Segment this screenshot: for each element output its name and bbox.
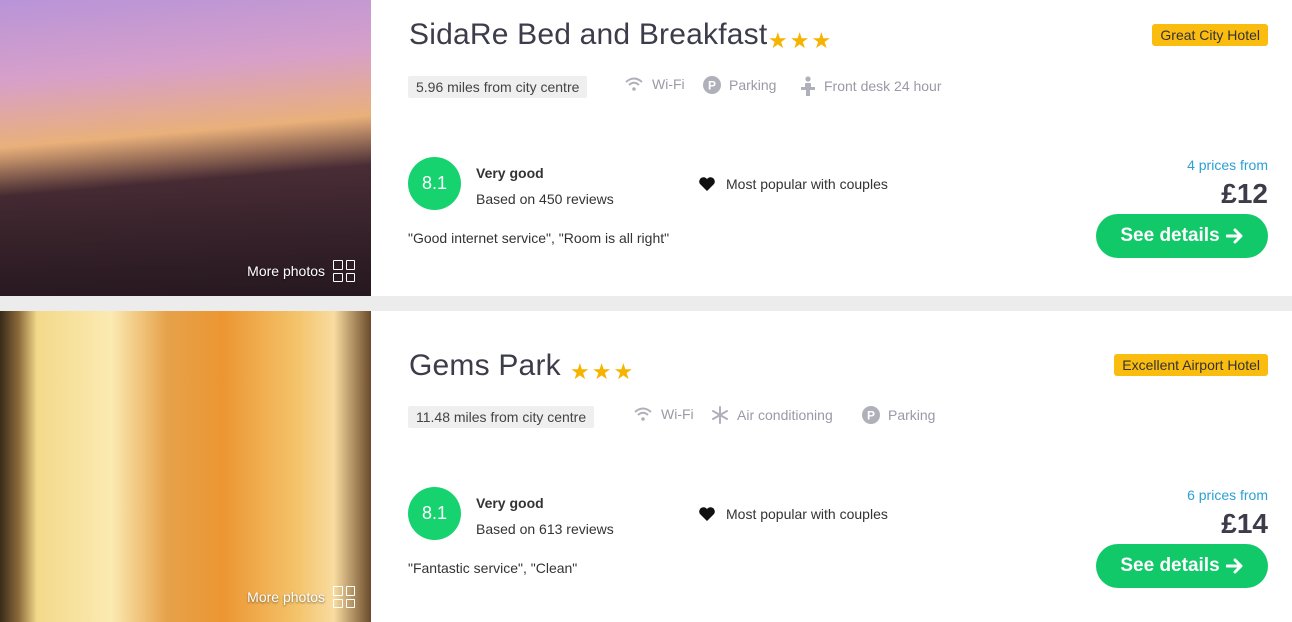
heart-icon [699,177,715,191]
see-details-button[interactable]: See details [1096,214,1268,258]
amenity-label: Wi-Fi [652,76,685,92]
hotel-name[interactable]: SidaRe Bed and Breakfast [409,18,767,52]
more-photos-link[interactable]: More photos [247,586,355,608]
hotel-badge: Excellent Airport Hotel [1114,354,1268,376]
price: £12 [1221,178,1268,209]
hotel-photo[interactable]: More photos [0,311,371,622]
prices-from-link[interactable]: 4 prices from [1187,157,1268,173]
amenity-front-desk: Front desk 24 hour [800,76,942,96]
price: £14 [1221,508,1268,539]
wifi-icon [634,407,652,421]
parking-icon: P [862,406,880,424]
hotel-card: More photos Gems Park ★★★ Excellent Airp… [0,311,1292,622]
review-quote: "Fantastic service", "Clean" [408,560,578,576]
star-rating: ★★★ [570,359,636,384]
see-details-button[interactable]: See details [1096,544,1268,588]
see-details-label: See details [1120,225,1220,246]
arrow-right-icon [1225,228,1243,244]
rating-label: Very good [476,165,544,181]
amenity-wifi: Wi-Fi [633,406,694,422]
prices-from-link[interactable]: 6 prices from [1187,487,1268,503]
more-photos-label: More photos [247,589,325,605]
amenity-wifi: Wi-Fi [624,76,685,92]
review-count[interactable]: Based on 450 reviews [476,191,614,207]
svg-text:P: P [867,409,875,423]
hotel-card: More photos SidaRe Bed and Breakfast ★★★… [0,0,1292,296]
parking-icon: P [703,76,721,94]
distance-tag: 5.96 miles from city centre [408,76,588,98]
review-count[interactable]: Based on 613 reviews [476,521,614,537]
grid-icon [333,260,355,282]
review-score: 8.1 [408,487,461,540]
star-rating: ★★★ [768,28,834,53]
wifi-icon [625,77,643,91]
hotel-badge: Great City Hotel [1152,24,1268,46]
snowflake-icon [712,406,728,424]
grid-icon [333,586,355,608]
hotel-name[interactable]: Gems Park [409,349,561,383]
popular-with: Most popular with couples [698,506,888,522]
amenity-parking: P Parking [703,76,776,94]
amenity-label: Air conditioning [737,407,833,423]
popular-with: Most popular with couples [698,176,888,192]
front-desk-icon [801,76,815,96]
see-details-label: See details [1120,555,1220,576]
amenity-label: Parking [888,407,936,423]
popular-label: Most popular with couples [726,176,888,192]
more-photos-label: More photos [247,263,325,279]
popular-label: Most popular with couples [726,506,888,522]
amenity-air-conditioning: Air conditioning [711,406,833,424]
heart-icon [699,507,715,521]
arrow-right-icon [1225,558,1243,574]
distance-tag: 11.48 miles from city centre [408,406,595,428]
more-photos-link[interactable]: More photos [247,260,355,282]
amenity-label: Parking [729,77,777,93]
hotel-photo[interactable]: More photos [0,0,371,296]
svg-text:P: P [708,79,716,93]
review-quote: "Good internet service", "Room is all ri… [408,230,670,246]
review-score: 8.1 [408,157,461,210]
rating-label: Very good [476,495,544,511]
amenity-label: Front desk 24 hour [824,78,942,94]
amenity-label: Wi-Fi [661,406,694,422]
amenity-parking: P Parking [862,406,935,424]
